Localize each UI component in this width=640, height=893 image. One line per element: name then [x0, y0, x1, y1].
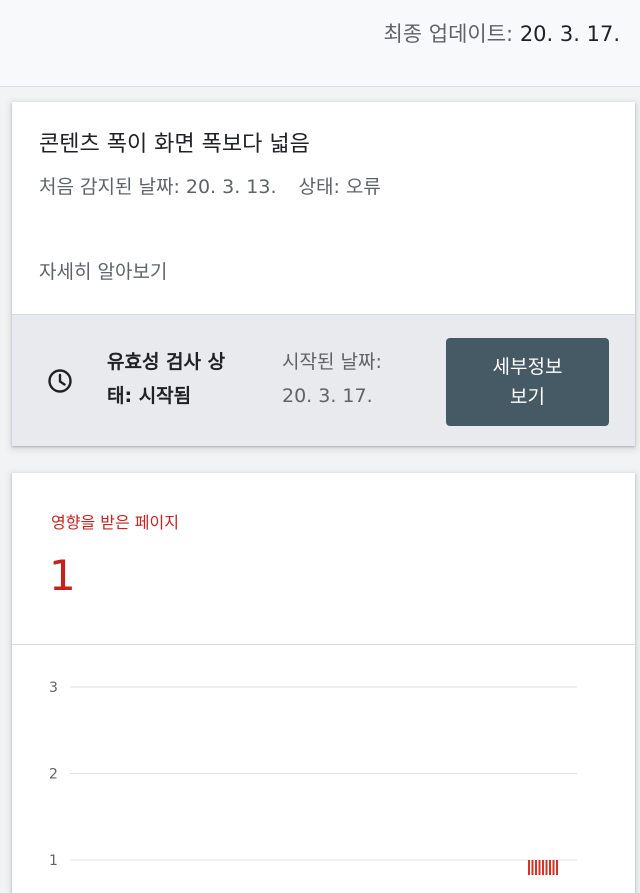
validation-status: 유효성 검사 상 태: 시작됨 — [107, 345, 267, 413]
clock-icon — [48, 369, 72, 393]
validation-status-line-2: 태: 시작됨 — [107, 385, 192, 407]
validation-start-value: 20. 3. 17. — [282, 385, 373, 407]
first-detected: 처음 감지된 날짜: 20. 3. 13. — [39, 176, 277, 198]
last-updated: 최종 업데이트: 20. 3. 17. — [383, 20, 620, 48]
view-details-label-2: 보기 — [510, 386, 545, 408]
issue-status: 상태: 오류 — [298, 176, 381, 198]
validation-panel: 유효성 검사 상 태: 시작됨 시작된 날짜: 20. 3. 17. 세부정보 … — [12, 314, 635, 446]
view-details-button[interactable]: 세부정보 보기 — [446, 338, 609, 426]
validation-status-line-1: 유효성 검사 상 — [107, 351, 226, 373]
view-details-label-1: 세부정보 — [492, 356, 563, 378]
last-updated-label: 최종 업데이트: — [383, 22, 514, 46]
validation-start-date: 시작된 날짜: 20. 3. 17. — [282, 345, 432, 413]
affected-pages-chart: 1 2 3 — [49, 680, 577, 875]
chart-y-tick-2: 2 — [49, 767, 58, 783]
affected-pages-label: 영향을 받은 페이지 — [51, 513, 179, 532]
chart-y-tick-3: 3 — [49, 680, 58, 696]
validation-start-label: 시작된 날짜: — [282, 351, 382, 373]
learn-more-link[interactable]: 자세히 알아보기 — [39, 256, 167, 288]
affected-pages-count: 1 — [49, 551, 76, 600]
chart-y-tick-1: 1 — [49, 853, 58, 869]
issue-meta: 처음 감지된 날짜: 20. 3. 13. 상태: 오류 — [39, 171, 381, 203]
issue-title: 콘텐츠 폭이 화면 폭보다 넓음 — [39, 132, 310, 157]
last-updated-date: 20. 3. 17. — [519, 22, 620, 46]
top-bar: 최종 업데이트: 20. 3. 17. — [0, 0, 640, 87]
affected-pages-card: 영향을 받은 페이지 1 1 2 3 — [12, 473, 635, 893]
